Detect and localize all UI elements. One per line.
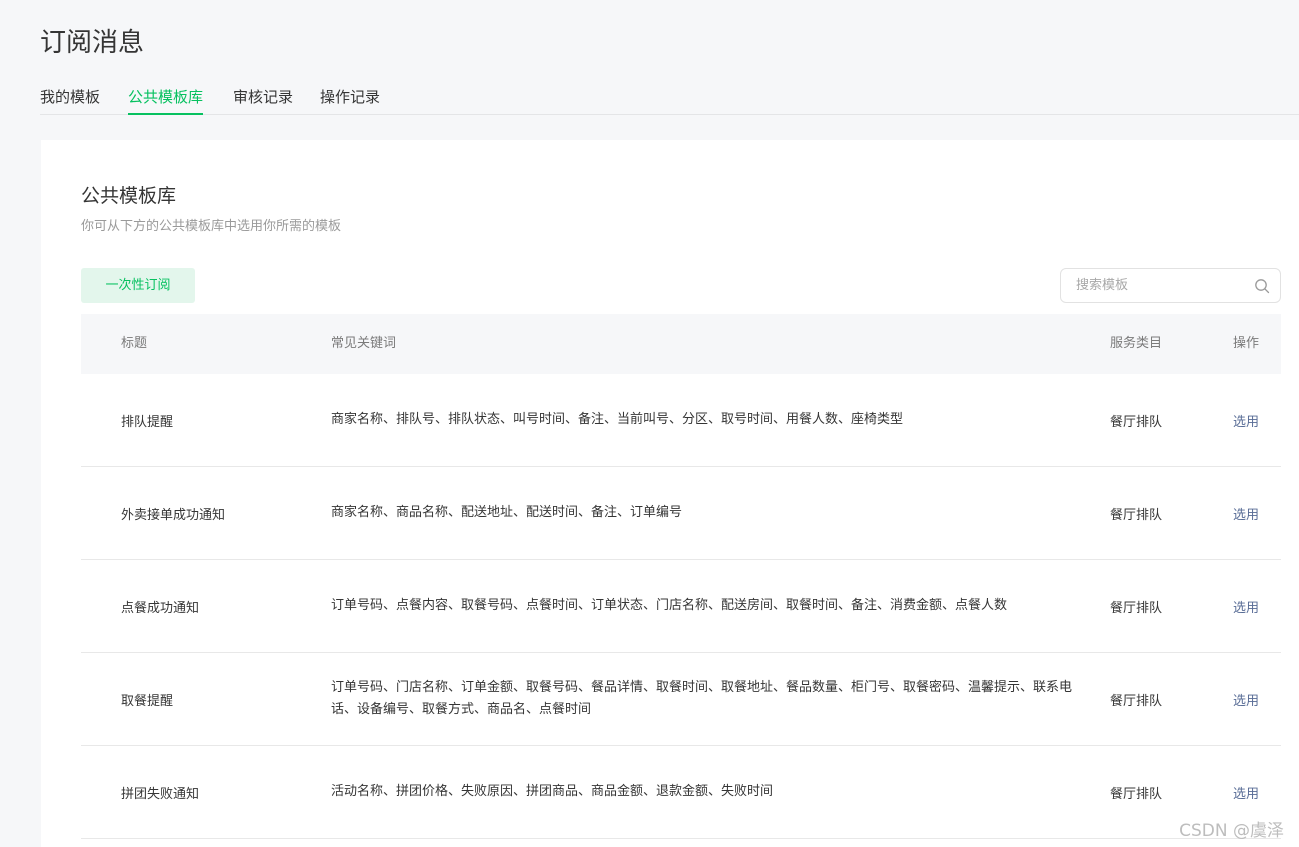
row-keywords: 商家名称、排队号、排队状态、叫号时间、备注、当前叫号、分区、取号时间、用餐人数、…	[331, 412, 904, 427]
row-keywords: 订单号码、点餐内容、取餐号码、点餐时间、订单状态、门店名称、配送房间、取餐时间、…	[331, 598, 1008, 613]
row-keywords: 商家名称、商品名称、配送地址、配送时间、备注、订单编号	[331, 505, 683, 520]
row-category: 餐厅排队	[1110, 507, 1163, 523]
search-box	[1060, 268, 1281, 303]
tab-review-records[interactable]: 审核记录	[233, 84, 293, 114]
row-title: 拼团失败通知	[121, 786, 200, 802]
row-title: 排队提醒	[121, 414, 174, 430]
select-link[interactable]: 选用	[1233, 690, 1259, 709]
search-input[interactable]	[1061, 269, 1256, 302]
row-action: 选用	[1233, 467, 1259, 559]
select-link[interactable]: 选用	[1233, 411, 1259, 430]
row-title: 取餐提醒	[121, 693, 174, 709]
library-card: 公共模板库 你可从下方的公共模板库中选用你所需的模板 一次性订阅 标题 常见关键…	[41, 140, 1299, 847]
search-icon[interactable]	[1254, 278, 1270, 294]
row-action: 选用	[1233, 653, 1259, 745]
table-row: 点餐成功通知 订单号码、点餐内容、取餐号码、点餐时间、订单状态、门店名称、配送房…	[81, 560, 1281, 653]
column-header-title: 标题	[121, 336, 148, 351]
page-title: 订阅消息	[40, 28, 145, 58]
table-row: 取餐提醒 订单号码、门店名称、订单金额、取餐号码、餐品详情、取餐时间、取餐地址、…	[81, 653, 1281, 746]
row-category: 餐厅排队	[1110, 786, 1163, 802]
section-title: 公共模板库	[81, 185, 177, 207]
row-action: 选用	[1233, 560, 1259, 652]
column-header-action: 操作	[1233, 336, 1260, 351]
row-keywords: 订单号码、门店名称、订单金额、取餐号码、餐品详情、取餐时间、取餐地址、餐品数量、…	[331, 680, 1073, 717]
column-header-category: 服务类目	[1110, 336, 1163, 351]
table-row: 拼团失败通知 活动名称、拼团价格、失败原因、拼团商品、商品金额、退款金额、失败时…	[81, 746, 1281, 839]
tab-public-library[interactable]: 公共模板库	[128, 84, 204, 115]
watermark: CSDN @虞泽	[1179, 821, 1284, 841]
one-time-subscription-button[interactable]: 一次性订阅	[81, 268, 195, 303]
select-link[interactable]: 选用	[1233, 783, 1259, 802]
table-row: 外卖接单成功通知 商家名称、商品名称、配送地址、配送时间、备注、订单编号 餐厅排…	[81, 467, 1281, 560]
template-table: 标题 常见关键词 服务类目 操作 排队提醒 商家名称、排队号、排队状态、叫号时间…	[81, 314, 1281, 839]
tab-operation-records[interactable]: 操作记录	[320, 84, 380, 114]
select-link[interactable]: 选用	[1233, 504, 1259, 523]
section-description: 你可从下方的公共模板库中选用你所需的模板	[81, 219, 342, 234]
row-category: 餐厅排队	[1110, 693, 1163, 709]
column-header-keywords: 常见关键词	[331, 336, 397, 351]
table-header: 标题 常见关键词 服务类目 操作	[81, 314, 1281, 374]
select-link[interactable]: 选用	[1233, 597, 1259, 616]
row-category: 餐厅排队	[1110, 600, 1163, 616]
row-category: 餐厅排队	[1110, 414, 1163, 430]
tab-my-templates[interactable]: 我的模板	[40, 84, 100, 114]
row-title: 点餐成功通知	[121, 600, 200, 616]
row-action: 选用	[1233, 374, 1259, 466]
table-row: 排队提醒 商家名称、排队号、排队状态、叫号时间、备注、当前叫号、分区、取号时间、…	[81, 374, 1281, 467]
row-keywords: 活动名称、拼团价格、失败原因、拼团商品、商品金额、退款金额、失败时间	[331, 784, 774, 799]
tab-bar: 我的模板 公共模板库 审核记录 操作记录	[40, 84, 1299, 115]
row-title: 外卖接单成功通知	[121, 507, 226, 523]
